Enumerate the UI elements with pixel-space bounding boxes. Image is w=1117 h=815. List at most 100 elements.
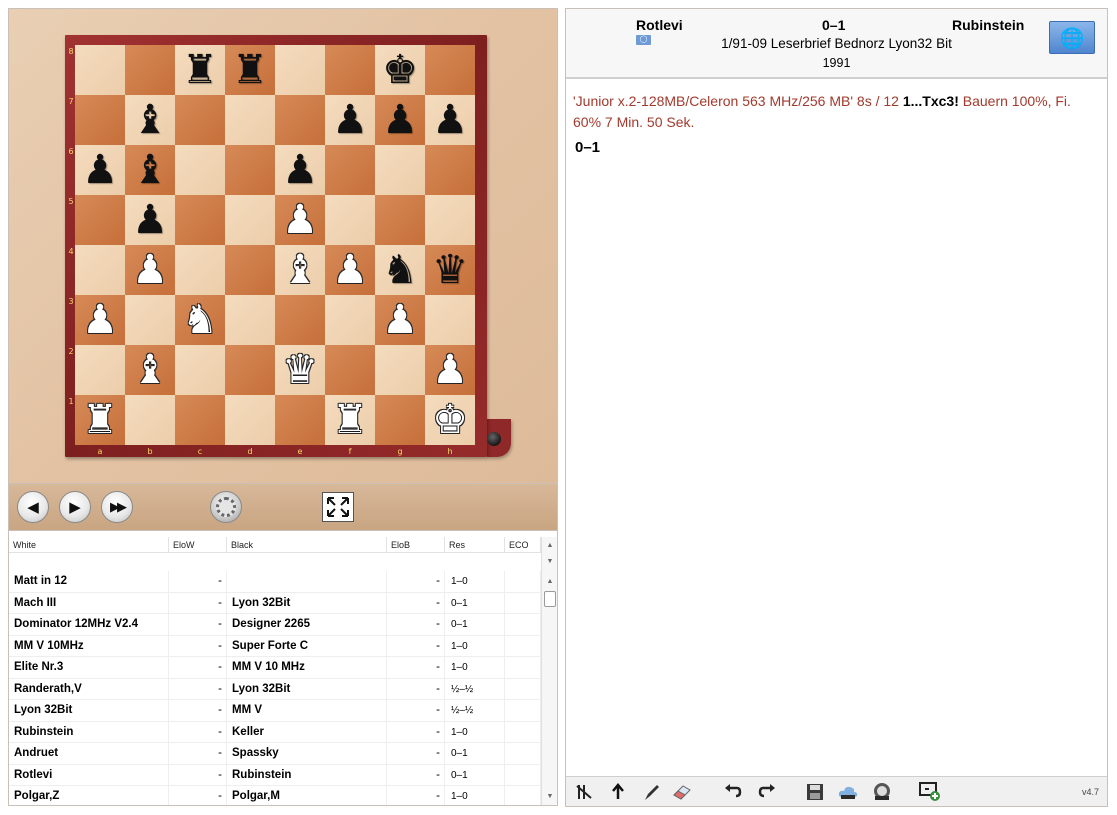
notation-text[interactable]: 'Junior x.2-128MB/Celeron 563 MHz/256 MB… [573, 91, 1098, 156]
board-resize-knob[interactable] [487, 432, 501, 446]
square-b7[interactable]: ♝ [125, 95, 175, 145]
black-pawn-icon[interactable]: ♟ [125, 195, 175, 245]
column-header-elow[interactable]: EloW [169, 537, 227, 553]
previous-move-button[interactable]: ◀ [17, 491, 49, 523]
white-queen-icon[interactable]: ♛ [275, 345, 325, 395]
black-queen-icon[interactable]: ♛ [425, 245, 475, 295]
square-d8[interactable]: ♜ [225, 45, 275, 95]
square-c6[interactable] [175, 145, 225, 195]
square-e1[interactable] [275, 395, 325, 445]
black-pawn-icon[interactable]: ♟ [75, 145, 125, 195]
square-a8[interactable] [75, 45, 125, 95]
promote-variation-button[interactable] [606, 780, 630, 804]
table-row[interactable]: Polgar,Z - Polgar,M -1–0 [9, 786, 541, 805]
redo-button[interactable] [755, 780, 779, 804]
square-f6[interactable] [325, 145, 375, 195]
column-header-elob[interactable]: EloB [387, 537, 445, 553]
add-window-button[interactable] [918, 780, 942, 804]
black-pawn-icon[interactable]: ♟ [325, 95, 375, 145]
square-b4[interactable]: ♟ [125, 245, 175, 295]
square-h7[interactable]: ♟ [425, 95, 475, 145]
scroll-down-icon[interactable]: ▼ [542, 790, 557, 804]
table-row[interactable]: Matt in 12- -1–0 [9, 571, 541, 593]
square-c4[interactable] [175, 245, 225, 295]
annotate-button[interactable] [640, 780, 664, 804]
square-h4[interactable]: ♛ [425, 245, 475, 295]
share-button[interactable] [870, 780, 894, 804]
square-g6[interactable] [375, 145, 425, 195]
square-d4[interactable] [225, 245, 275, 295]
white-rook-icon[interactable]: ♜ [75, 395, 125, 445]
scroll-up-icon[interactable]: ▲ [542, 539, 557, 553]
column-header-white[interactable]: White [9, 537, 169, 553]
white-pawn-icon[interactable]: ♟ [275, 195, 325, 245]
square-a4[interactable] [75, 245, 125, 295]
game-list-scrollbar[interactable]: ▲ ▼ ▲ ▼ [541, 537, 557, 805]
square-g8[interactable]: ♚ [375, 45, 425, 95]
square-g5[interactable] [375, 195, 425, 245]
square-d2[interactable] [225, 345, 275, 395]
scroll-thumb[interactable] [544, 591, 556, 607]
square-c8[interactable]: ♜ [175, 45, 225, 95]
white-pawn-icon[interactable]: ♟ [425, 345, 475, 395]
black-pawn-icon[interactable]: ♟ [275, 145, 325, 195]
black-rook-icon[interactable]: ♜ [225, 45, 275, 95]
square-b1[interactable] [125, 395, 175, 445]
square-g3[interactable]: ♟ [375, 295, 425, 345]
square-c1[interactable] [175, 395, 225, 445]
square-d3[interactable] [225, 295, 275, 345]
square-f8[interactable] [325, 45, 375, 95]
black-rook-icon[interactable]: ♜ [175, 45, 225, 95]
square-a5[interactable] [75, 195, 125, 245]
black-bishop-icon[interactable]: ♝ [125, 95, 175, 145]
scroll-down-icon[interactable]: ▼ [542, 555, 557, 569]
table-row[interactable]: Mach III - Lyon 32Bit -0–1 [9, 592, 541, 614]
table-row[interactable]: Andruet - Spassky -0–1 [9, 743, 541, 765]
next-move-button[interactable]: ▶ [59, 491, 91, 523]
square-f4[interactable]: ♟ [325, 245, 375, 295]
un-flag-icon[interactable]: 🌐 [1049, 21, 1095, 54]
square-a1[interactable]: ♜ [75, 395, 125, 445]
square-a2[interactable] [75, 345, 125, 395]
square-b5[interactable]: ♟ [125, 195, 175, 245]
square-b3[interactable] [125, 295, 175, 345]
table-row[interactable]: MM V 10MHz - Super Forte C -1–0 [9, 635, 541, 657]
square-a3[interactable]: ♟ [75, 295, 125, 345]
square-e3[interactable] [275, 295, 325, 345]
square-e2[interactable]: ♛ [275, 345, 325, 395]
square-h6[interactable] [425, 145, 475, 195]
square-c5[interactable] [175, 195, 225, 245]
square-f2[interactable] [325, 345, 375, 395]
cloud-button[interactable] [836, 780, 860, 804]
table-row[interactable]: Rotlevi - Rubinstein -0–1 [9, 764, 541, 786]
square-f5[interactable] [325, 195, 375, 245]
square-e6[interactable]: ♟ [275, 145, 325, 195]
chess-board[interactable]: ♜ ♜ ♚ ♝ ♟ ♟ ♟ ♟ ♝ ♟ ♟ ♟ ♟ ♝ ♟ ♞ ♛ ♟ ♞ ♟ ♝ ♛ ♟ ♜ ♜ ♚ [75, 45, 475, 445]
white-pawn-icon[interactable]: ♟ [375, 295, 425, 345]
white-rook-icon[interactable]: ♜ [325, 395, 375, 445]
square-d5[interactable] [225, 195, 275, 245]
square-d1[interactable] [225, 395, 275, 445]
square-c7[interactable] [175, 95, 225, 145]
white-king-icon[interactable]: ♚ [425, 395, 475, 445]
square-e4[interactable]: ♝ [275, 245, 325, 295]
square-g4[interactable]: ♞ [375, 245, 425, 295]
table-row[interactable]: Dominator 12MHz V2.4- Designer 2265-0–1 [9, 614, 541, 636]
table-row[interactable]: Rubinstein - Keller -1–0 [9, 721, 541, 743]
square-f1[interactable]: ♜ [325, 395, 375, 445]
black-pawn-icon[interactable]: ♟ [425, 95, 475, 145]
table-row[interactable]: Randerath,V - Lyon 32Bit - ½–½ [9, 678, 541, 700]
square-h5[interactable] [425, 195, 475, 245]
square-f3[interactable] [325, 295, 375, 345]
erase-button[interactable] [670, 780, 694, 804]
black-king-icon[interactable]: ♚ [375, 45, 425, 95]
fullscreen-button[interactable] [322, 492, 354, 522]
square-e7[interactable] [275, 95, 325, 145]
square-h2[interactable]: ♟ [425, 345, 475, 395]
square-h1[interactable]: ♚ [425, 395, 475, 445]
square-c2[interactable] [175, 345, 225, 395]
undo-button[interactable] [721, 780, 745, 804]
square-b2[interactable]: ♝ [125, 345, 175, 395]
delete-variation-button[interactable] [572, 780, 596, 804]
scroll-up-icon[interactable]: ▲ [542, 575, 557, 589]
